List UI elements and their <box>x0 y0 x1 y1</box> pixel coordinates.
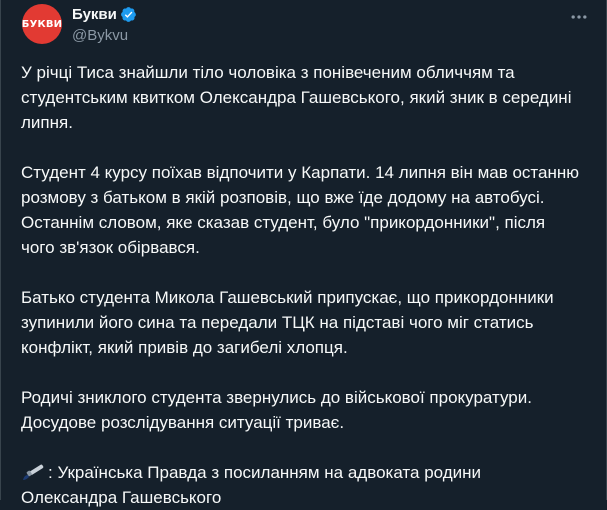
avatar-logo-text: БУКВИ <box>22 18 62 30</box>
tweet-paragraph: У річці Тиса знайшли тіло чоловіка з пон… <box>21 63 572 132</box>
avatar[interactable]: БУКВИ <box>22 4 62 44</box>
verified-badge-icon <box>120 7 136 22</box>
account-handle[interactable]: @Bykvu <box>72 27 137 44</box>
tweet-paragraph: Батько студента Микола Гашевський припус… <box>21 288 554 357</box>
tweet-text: У річці Тиса знайшли тіло чоловіка з пон… <box>21 60 581 510</box>
tweet-card: БУКВИ Букви @Bykvu У річці Тиса знайшли … <box>0 0 607 507</box>
tweet-paragraph: Студент 4 курсу поїхав відпочити у Карпа… <box>21 163 579 257</box>
more-horizontal-icon[interactable] <box>569 7 589 27</box>
name-row: Букви <box>72 5 137 24</box>
tweet-paragraph: Родичі зниклого студента звернулись до в… <box>21 388 532 432</box>
source-paragraph: : Українська Правда з посиланням на адво… <box>21 460 581 510</box>
author-block: Букви @Bykvu <box>72 5 137 44</box>
paintbrush-icon <box>23 464 44 480</box>
source-text: : Українська Правда з посиланням на адво… <box>21 463 482 507</box>
display-name[interactable]: Букви <box>72 6 117 23</box>
